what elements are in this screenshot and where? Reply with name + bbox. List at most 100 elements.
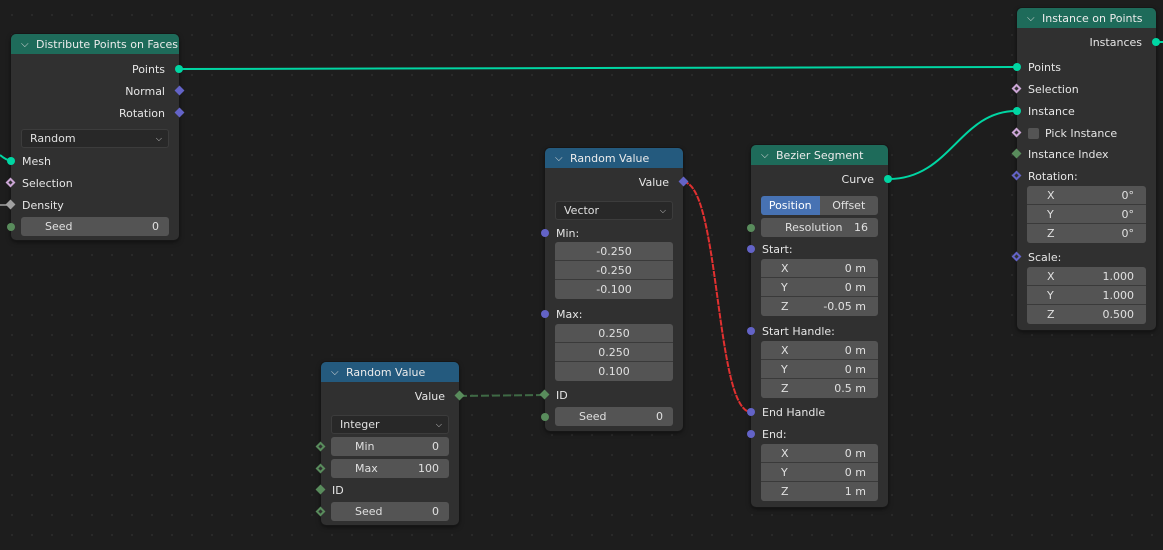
- end-y-field[interactable]: Y 0 m: [761, 463, 878, 482]
- link-distribute-points-to-instance-points[interactable]: [178, 66, 1017, 70]
- collapse-icon[interactable]: ⌵: [1027, 13, 1039, 24]
- node-header[interactable]: ⌵ Instance on Points: [1017, 8, 1156, 28]
- max-z-field[interactable]: 0.100: [555, 362, 673, 381]
- data-type-dropdown[interactable]: Vector ⌵: [555, 201, 673, 220]
- socket-label: Selection: [1028, 82, 1079, 96]
- rotation-y-field[interactable]: Y 0°: [1027, 205, 1146, 224]
- rotation-x-field[interactable]: X 0°: [1027, 186, 1146, 205]
- int-socket-icon[interactable]: [315, 441, 326, 452]
- max-field[interactable]: Max 100: [331, 459, 449, 478]
- bool-socket-icon[interactable]: [5, 177, 16, 188]
- input-end-handle: End Handle: [747, 402, 888, 422]
- field-value: 0.100: [598, 365, 630, 378]
- scale-z-field[interactable]: Z 0.500: [1027, 305, 1146, 324]
- min-field[interactable]: Min 0: [331, 437, 449, 456]
- geometry-socket-icon[interactable]: [884, 175, 892, 183]
- vector-socket-icon[interactable]: [1011, 251, 1022, 262]
- distribute-method-dropdown[interactable]: Random ⌵: [21, 129, 169, 148]
- node-random-value-integer[interactable]: ⌵ Random Value Value Integer ⌵ Min 0 Max…: [315, 362, 465, 525]
- min-z-field[interactable]: -0.100: [555, 280, 673, 299]
- field-label: Min: [355, 440, 375, 453]
- geometry-socket-icon[interactable]: [175, 65, 183, 73]
- node-random-value-vector[interactable]: ⌵ Random Value Value Vector ⌵ Min: -0.25…: [539, 148, 689, 431]
- rotation-z-field[interactable]: Z 0°: [1027, 224, 1146, 243]
- vector-socket-icon[interactable]: [678, 176, 689, 187]
- start-y-field[interactable]: Y 0 m: [761, 278, 878, 297]
- seed-field[interactable]: Seed 0: [21, 217, 169, 236]
- axis-label: Y: [781, 280, 788, 294]
- node-distribute-points-on-faces[interactable]: ⌵ Distribute Points on Faces Points Norm…: [5, 34, 185, 240]
- pick-instance-checkbox[interactable]: [1028, 127, 1039, 139]
- float-socket-icon[interactable]: [5, 199, 16, 210]
- start-handle-z-field[interactable]: Z 0.5 m: [761, 379, 878, 398]
- link-random-vector-to-end-handle[interactable]: [682, 181, 752, 413]
- vector-socket-icon[interactable]: [541, 229, 549, 237]
- int-socket-icon[interactable]: [315, 506, 326, 517]
- vector-socket-icon[interactable]: [747, 327, 755, 335]
- node-header[interactable]: ⌵ Random Value: [545, 148, 683, 168]
- geometry-socket-icon[interactable]: [7, 157, 15, 165]
- resolution-field[interactable]: Resolution 16: [761, 218, 878, 237]
- bool-socket-icon[interactable]: [1011, 127, 1022, 138]
- data-type-dropdown[interactable]: Integer ⌵: [331, 415, 449, 434]
- geometry-socket-icon[interactable]: [1152, 38, 1160, 46]
- node-header[interactable]: ⌵ Bezier Segment: [751, 145, 888, 165]
- vector-socket-icon[interactable]: [747, 245, 755, 253]
- collapse-icon[interactable]: ⌵: [555, 153, 567, 164]
- collapse-icon[interactable]: ⌵: [761, 150, 773, 161]
- min-x-field[interactable]: -0.250: [555, 242, 673, 261]
- scale-x-field[interactable]: X 1.000: [1027, 267, 1146, 286]
- input-instance: Instance: [1013, 101, 1156, 121]
- int-socket-icon[interactable]: [541, 413, 549, 421]
- start-x-field[interactable]: X 0 m: [761, 259, 878, 278]
- link-curve-to-instance[interactable]: [888, 110, 1017, 180]
- vector-socket-icon[interactable]: [174, 107, 185, 118]
- input-id: ID: [315, 480, 459, 500]
- collapse-icon[interactable]: ⌵: [331, 367, 343, 378]
- node-instance-on-points[interactable]: ⌵ Instance on Points Instances Points Se…: [1011, 8, 1160, 330]
- max-x-field[interactable]: 0.250: [555, 324, 673, 343]
- mode-position-button[interactable]: Position: [761, 196, 820, 215]
- end-z-field[interactable]: Z 1 m: [761, 482, 878, 501]
- geometry-socket-icon[interactable]: [1013, 63, 1021, 71]
- start-handle-y-field[interactable]: Y 0 m: [761, 360, 878, 379]
- field-value: -0.250: [596, 244, 632, 258]
- axis-label: X: [781, 446, 789, 460]
- end-x-field[interactable]: X 0 m: [761, 444, 878, 463]
- start-handle-x-field[interactable]: X 0 m: [761, 341, 878, 360]
- socket-label: Density: [22, 198, 64, 212]
- node-header[interactable]: ⌵ Random Value: [321, 362, 459, 382]
- input-start: Start:: [747, 239, 888, 259]
- chevron-down-icon: ⌵: [435, 419, 442, 429]
- seed-field[interactable]: Seed 0: [331, 502, 449, 521]
- geometry-socket-icon[interactable]: [1013, 107, 1021, 115]
- field-value: 0 m: [844, 280, 866, 294]
- vector-socket-icon[interactable]: [747, 408, 755, 416]
- node-header[interactable]: ⌵ Distribute Points on Faces: [11, 34, 179, 54]
- collapse-icon[interactable]: ⌵: [21, 39, 33, 50]
- int-socket-icon[interactable]: [539, 389, 550, 400]
- vector-socket-icon[interactable]: [541, 310, 549, 318]
- int-socket-icon[interactable]: [315, 484, 326, 495]
- link-random-int-to-id[interactable]: [458, 394, 546, 397]
- bool-socket-icon[interactable]: [1011, 83, 1022, 94]
- node-title: Random Value: [346, 365, 426, 379]
- int-socket-icon[interactable]: [1011, 148, 1022, 159]
- seed-field[interactable]: Seed 0: [555, 407, 673, 426]
- node-bezier-segment[interactable]: ⌵ Bezier Segment Curve Position Offset R…: [747, 145, 892, 507]
- axis-label: Z: [1047, 227, 1055, 240]
- vector-socket-icon[interactable]: [1011, 170, 1022, 181]
- min-y-field[interactable]: -0.250: [555, 261, 673, 280]
- scale-y-field[interactable]: Y 1.000: [1027, 286, 1146, 305]
- socket-label: Min:: [556, 226, 580, 240]
- int-socket-icon[interactable]: [454, 390, 465, 401]
- vector-socket-icon[interactable]: [174, 85, 185, 96]
- int-socket-icon[interactable]: [315, 463, 326, 474]
- int-socket-icon[interactable]: [747, 224, 755, 232]
- mode-offset-button[interactable]: Offset: [819, 196, 878, 215]
- start-z-field[interactable]: Z -0.05 m: [761, 297, 878, 316]
- vector-socket-icon[interactable]: [747, 430, 755, 438]
- int-socket-icon[interactable]: [7, 223, 15, 231]
- max-y-field[interactable]: 0.250: [555, 343, 673, 362]
- chevron-down-icon: ⌵: [659, 205, 666, 215]
